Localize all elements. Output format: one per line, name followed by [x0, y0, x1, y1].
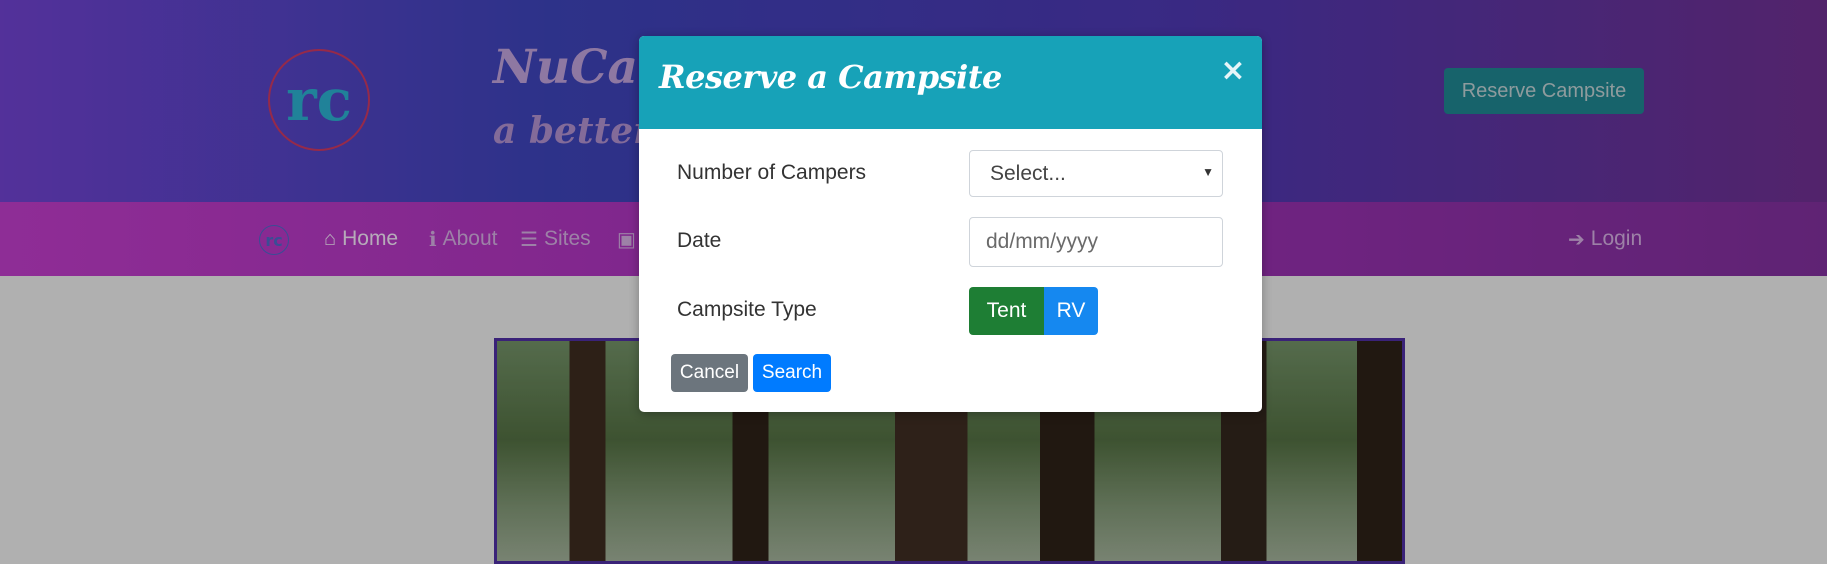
date-field[interactable]: dd/mm/yyyy: [969, 217, 1223, 267]
date-label: Date: [677, 229, 722, 252]
campsite-type-label: Campsite Type: [677, 298, 817, 321]
rv-toggle-button[interactable]: RV: [1044, 287, 1098, 335]
modal-title: Reserve a Campsite: [659, 58, 1002, 96]
campers-select[interactable]: Select... ▼: [969, 150, 1223, 197]
caret-down-icon: ▼: [1202, 165, 1214, 179]
search-button[interactable]: Search: [753, 354, 831, 392]
close-icon[interactable]: ×: [1218, 54, 1248, 88]
cancel-button[interactable]: Cancel: [671, 354, 748, 392]
reserve-modal: Reserve a Campsite × Number of Campers S…: [639, 36, 1262, 412]
campers-select-value: Select...: [990, 161, 1066, 185]
campers-label: Number of Campers: [677, 161, 867, 184]
tent-toggle-button[interactable]: Tent: [969, 287, 1044, 335]
